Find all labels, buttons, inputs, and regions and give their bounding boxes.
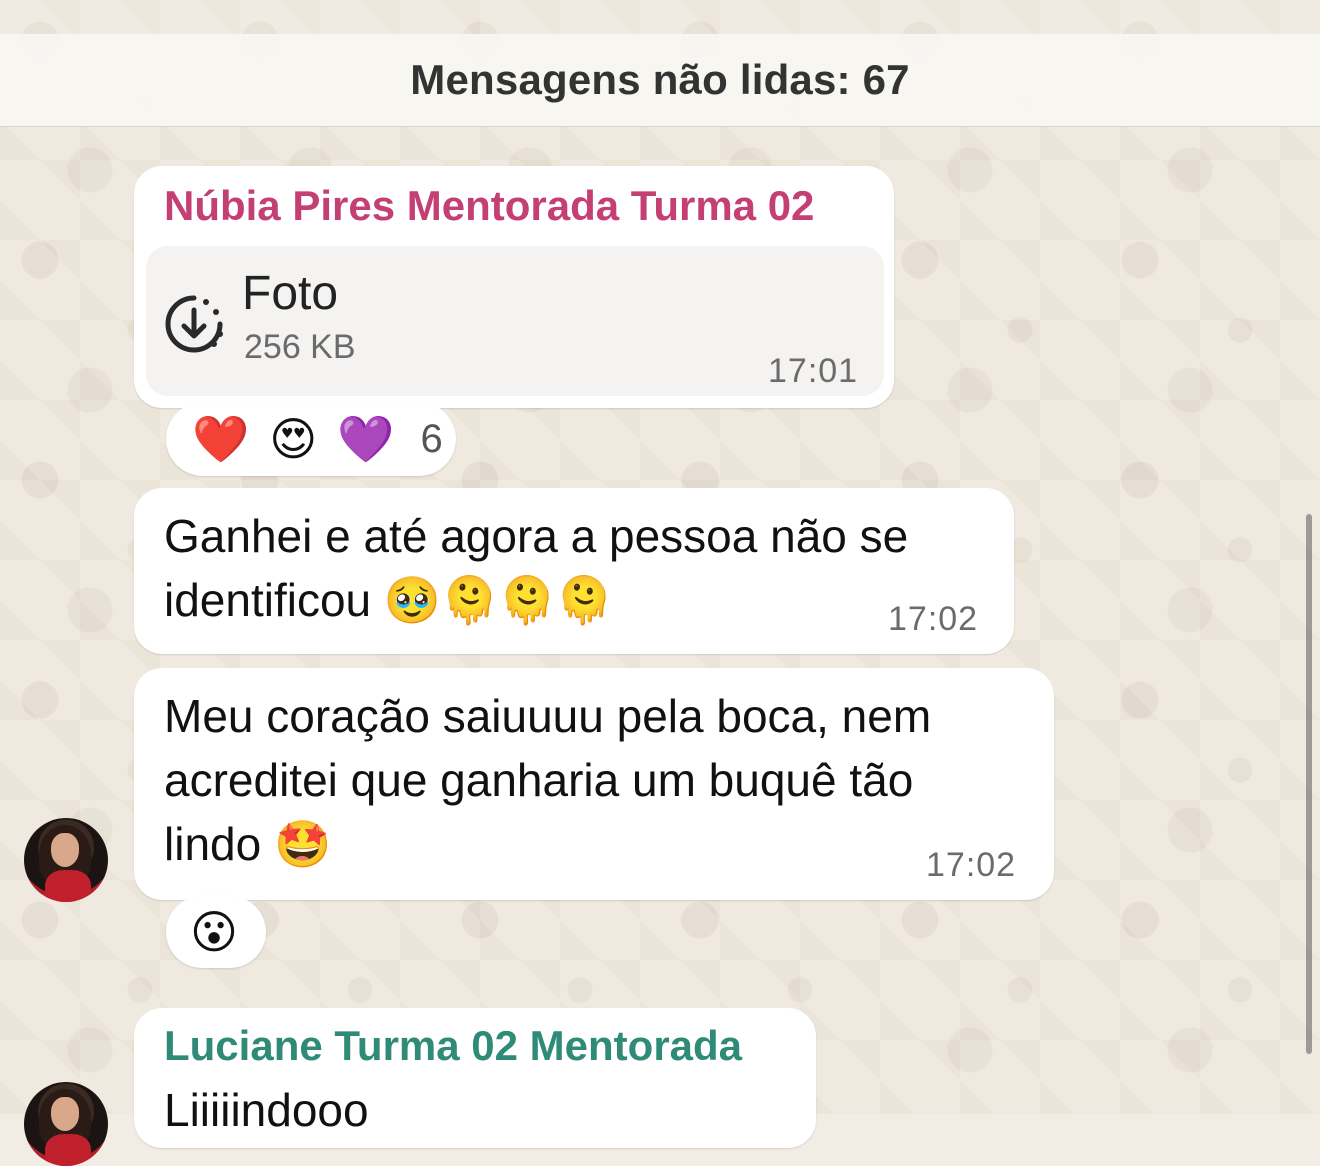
message-line-3: lindo 🤩	[164, 818, 332, 870]
message-line-1: Meu coração saiuuuu pela boca, nem	[164, 690, 932, 742]
reaction-surprised-emoji: 😮	[190, 906, 238, 958]
avatar[interactable]	[24, 1082, 108, 1166]
message-text: Meu coração saiuuuu pela boca, nem acred…	[164, 684, 1034, 876]
sender-name[interactable]: Núbia Pires Mentorada Turma 02	[164, 182, 814, 230]
file-attachment[interactable]: Foto 256 KB 17:01	[146, 246, 884, 396]
message-text: Liiiiindooo	[164, 1084, 369, 1136]
reactions-bar[interactable]: 😮	[166, 896, 266, 968]
message-text: Ganhei e até agora a pessoa não se ident…	[164, 504, 984, 632]
file-size: 256 KB	[244, 328, 356, 366]
message-line-1: Ganhei e até agora a pessoa não se	[164, 510, 909, 562]
reaction-purple-heart-emoji: 💜	[337, 413, 395, 465]
reaction-heart-emoji: ❤️	[192, 413, 250, 465]
message-time: 17:01	[768, 352, 859, 390]
scrollbar[interactable]	[1306, 514, 1312, 1054]
download-icon[interactable]	[162, 292, 226, 356]
message-bubble-1[interactable]: Núbia Pires Mentorada Turma 02 Foto 256 …	[134, 166, 894, 408]
unread-messages-banner: Mensagens não lidas: 67	[0, 34, 1320, 127]
message-time: 17:02	[888, 600, 979, 638]
top-strip	[0, 0, 1320, 34]
sender-name[interactable]: Luciane Turma 02 Mentorada	[164, 1022, 742, 1070]
message-time: 17:02	[926, 846, 1017, 884]
reaction-count: 6	[420, 416, 443, 461]
reaction-heart-eyes-emoji: 😍	[269, 413, 318, 465]
message-line-2: identificou 🥹🫠🫠🫠	[164, 574, 614, 626]
avatar[interactable]	[24, 818, 108, 902]
file-title: Foto	[242, 267, 339, 320]
unread-messages-text: Mensagens não lidas: 67	[410, 56, 910, 103]
message-bubble-2[interactable]: Ganhei e até agora a pessoa não se ident…	[134, 488, 1014, 654]
message-bubble-4[interactable]: Luciane Turma 02 Mentorada Liiiiindooo	[134, 1008, 816, 1148]
message-line-2: acreditei que ganharia um buquê tão	[164, 754, 914, 806]
message-bubble-3[interactable]: Meu coração saiuuuu pela boca, nem acred…	[134, 668, 1054, 900]
reactions-bar[interactable]: ❤️ 😍 💜 6	[166, 402, 456, 476]
